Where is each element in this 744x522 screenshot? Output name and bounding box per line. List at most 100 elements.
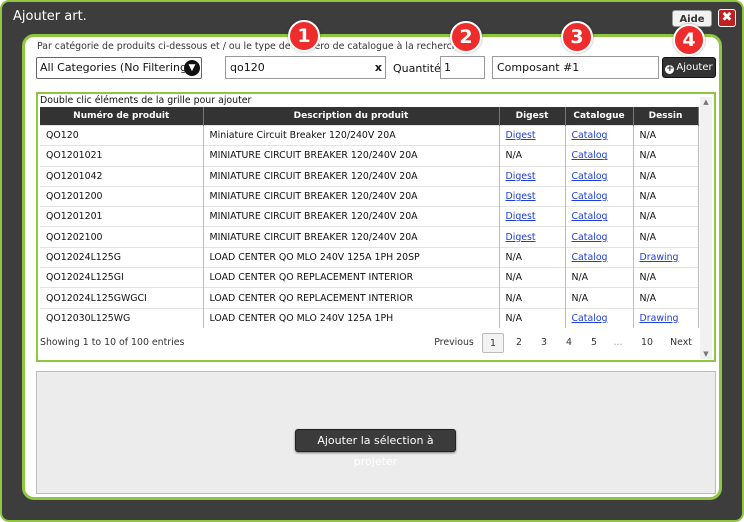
- cell-drawing: N/A: [633, 287, 699, 309]
- column-header-catalog[interactable]: Catalogue: [565, 107, 634, 126]
- cell-digest: N/A: [499, 267, 566, 288]
- cell-catalog: Catalog: [565, 206, 634, 227]
- cell-product-number: QO12030L125WG: [40, 307, 204, 328]
- cell-drawing: Drawing: [633, 246, 699, 268]
- catalog-link[interactable]: Catalog: [572, 252, 608, 263]
- cell-description: LOAD CENTER QO REPLACEMENT INTERIOR: [203, 267, 500, 288]
- cell-catalog: Catalog: [565, 246, 634, 268]
- table-row[interactable]: QO120 Miniature Circuit Breaker 120/240V …: [40, 124, 699, 146]
- entries-info: Showing 1 to 10 of 100 entries: [40, 337, 185, 348]
- cell-digest: N/A: [499, 145, 566, 167]
- pagination-page-3[interactable]: 3: [534, 333, 554, 353]
- add-selection-to-project-button[interactable]: Ajouter la sélection à projeter: [295, 429, 456, 468]
- column-header-description[interactable]: Description du produit: [203, 107, 500, 126]
- cell-product-number: QO12024L125G: [40, 246, 204, 268]
- catalog-link[interactable]: Catalog: [572, 130, 608, 141]
- cell-digest: Digest: [499, 165, 566, 187]
- table-row[interactable]: QO12024L125GWGCI LOAD CENTER QO REPLACEME…: [40, 287, 699, 309]
- cell-product-number: QO1201021: [40, 145, 204, 167]
- cell-catalog: Catalog: [565, 124, 634, 146]
- drawing-link[interactable]: Drawing: [640, 252, 679, 263]
- digest-link[interactable]: Digest: [506, 232, 536, 243]
- callout-badge-2: 2: [450, 21, 482, 53]
- table-row[interactable]: QO1201042 MINIATURE CIRCUIT BREAKER 120/2…: [40, 165, 699, 187]
- cell-digest: N/A: [499, 307, 566, 328]
- add-button[interactable]: + Ajouter: [662, 57, 716, 78]
- cell-product-number: QO12024L125GWGCI: [40, 287, 204, 309]
- grid-scrollbar[interactable]: [700, 97, 712, 359]
- scroll-up-icon[interactable]: ▲: [700, 98, 712, 106]
- pagination-page-4[interactable]: 4: [559, 333, 579, 353]
- pagination-page-1[interactable]: 1: [482, 333, 504, 353]
- table-row[interactable]: QO1201200 MINIATURE CIRCUIT BREAKER 120/2…: [40, 185, 699, 207]
- callout-badge-3: 3: [561, 21, 593, 53]
- column-header-product[interactable]: Numéro de produit: [40, 107, 204, 126]
- digest-link[interactable]: Digest: [506, 191, 536, 202]
- cell-drawing: N/A: [633, 226, 699, 248]
- plus-icon: +: [665, 64, 675, 74]
- clear-search-icon[interactable]: x: [375, 57, 382, 78]
- pagination-page-5[interactable]: 5: [584, 333, 604, 353]
- pagination-next[interactable]: Next: [666, 333, 696, 353]
- digest-link[interactable]: Digest: [506, 130, 536, 141]
- component-input[interactable]: Composant #1: [492, 56, 659, 79]
- cell-description: MINIATURE CIRCUIT BREAKER 120/240V 20A: [203, 226, 500, 248]
- digest-link[interactable]: Digest: [506, 171, 536, 182]
- cell-product-number: QO1201200: [40, 185, 204, 207]
- cell-drawing: N/A: [633, 206, 699, 227]
- cell-catalog: Catalog: [565, 307, 634, 328]
- cell-catalog: Catalog: [565, 226, 634, 248]
- callout-badge-1: 1: [288, 20, 320, 52]
- pagination-page-10[interactable]: 10: [636, 333, 658, 353]
- cell-description: MINIATURE CIRCUIT BREAKER 120/240V 20A: [203, 185, 500, 207]
- cell-description: MINIATURE CIRCUIT BREAKER 120/240V 20A: [203, 145, 500, 167]
- chevron-down-icon: ▼: [184, 60, 200, 76]
- cell-catalog: N/A: [565, 267, 634, 288]
- add-button-label: Ajouter: [676, 62, 713, 73]
- cell-digest: Digest: [499, 124, 566, 146]
- pagination-previous[interactable]: Previous: [432, 333, 476, 353]
- pagination-page-2[interactable]: 2: [509, 333, 529, 353]
- drawing-link[interactable]: Drawing: [640, 313, 679, 324]
- dialog-title: Ajouter art.: [13, 9, 87, 24]
- search-value: qo120: [230, 61, 265, 74]
- cell-description: MINIATURE CIRCUIT BREAKER 120/240V 20A: [203, 165, 500, 187]
- category-select[interactable]: All Categories (No Filtering) ▼: [36, 57, 202, 79]
- table-row[interactable]: QO12024L125GI LOAD CENTER QO REPLACEMENT …: [40, 267, 699, 288]
- column-header-drawing[interactable]: Dessin: [633, 107, 699, 126]
- search-instruction: Par catégorie de produits ci-dessous et …: [37, 41, 464, 52]
- column-header-digest[interactable]: Digest: [499, 107, 566, 126]
- callout-badge-4: 4: [673, 24, 705, 56]
- quantity-input[interactable]: 1: [440, 56, 485, 79]
- table-row[interactable]: QO1201201 MINIATURE CIRCUIT BREAKER 120/2…: [40, 206, 699, 227]
- cell-description: LOAD CENTER QO MLO 240V 125A 1PH 20SP: [203, 246, 500, 268]
- cell-digest: Digest: [499, 185, 566, 207]
- cell-drawing: N/A: [633, 124, 699, 146]
- catalog-link[interactable]: Catalog: [572, 232, 608, 243]
- catalog-link[interactable]: Catalog: [572, 150, 608, 161]
- close-icon[interactable]: ✖: [718, 9, 736, 27]
- table-row[interactable]: QO1202100 MINIATURE CIRCUIT BREAKER 120/2…: [40, 226, 699, 248]
- cell-description: MINIATURE CIRCUIT BREAKER 120/240V 20A: [203, 206, 500, 227]
- digest-link[interactable]: Digest: [506, 211, 536, 222]
- catalog-link[interactable]: Catalog: [572, 191, 608, 202]
- cell-description: LOAD CENTER QO REPLACEMENT INTERIOR: [203, 287, 500, 309]
- cell-drawing: Drawing: [633, 307, 699, 328]
- cell-description: LOAD CENTER QO MLO 240V 125A 1PH: [203, 307, 500, 328]
- cell-drawing: N/A: [633, 145, 699, 167]
- catalog-link[interactable]: Catalog: [572, 171, 608, 182]
- cell-catalog: Catalog: [565, 165, 634, 187]
- cell-digest: N/A: [499, 246, 566, 268]
- cell-digest: Digest: [499, 206, 566, 227]
- catalog-link[interactable]: Catalog: [572, 313, 608, 324]
- table-header-row: Numéro de produit Description du produit…: [40, 107, 699, 126]
- product-search-input[interactable]: qo120 x: [225, 56, 386, 79]
- scroll-down-icon[interactable]: ▼: [700, 350, 712, 358]
- catalog-link[interactable]: Catalog: [572, 211, 608, 222]
- table-row[interactable]: QO1201021 MINIATURE CIRCUIT BREAKER 120/2…: [40, 145, 699, 167]
- table-row[interactable]: QO12030L125WG LOAD CENTER QO MLO 240V 125…: [40, 307, 699, 328]
- cell-digest: Digest: [499, 226, 566, 248]
- products-table: Numéro de produit Description du produit…: [40, 107, 699, 328]
- table-row[interactable]: QO12024L125G LOAD CENTER QO MLO 240V 125A…: [40, 246, 699, 268]
- pagination-ellipsis: ...: [613, 337, 623, 348]
